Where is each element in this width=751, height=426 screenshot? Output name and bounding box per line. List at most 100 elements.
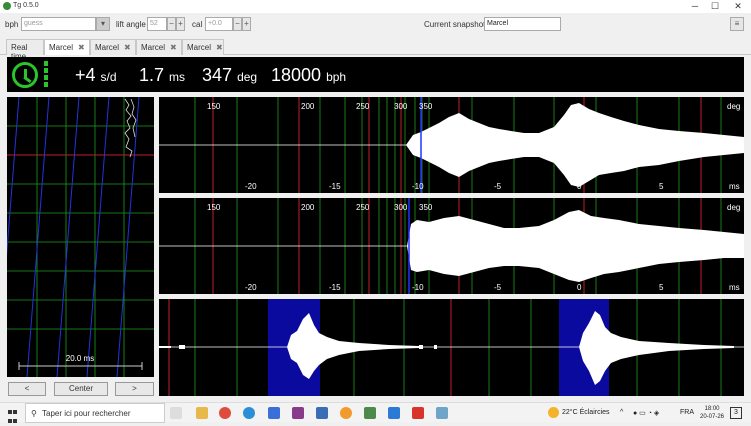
clock-icon — [12, 62, 38, 88]
cal-minus-button[interactable]: − — [233, 17, 242, 31]
windows-taskbar: ⚲ Taper ici pour rechercher 22°C Éclairc… — [0, 402, 751, 423]
tab-real-time[interactable]: Real time — [6, 39, 44, 61]
deg-tick: 200 — [301, 203, 315, 212]
tic-waveform-panel: 150 200 250 300 350 deg -20 -15 -10 -5 0… — [159, 97, 744, 193]
toc-waveform-plot: 150 200 250 300 350 deg -20 -15 -10 -5 0… — [159, 198, 744, 294]
tab-label: Marcel — [187, 43, 212, 52]
paperstrip-center-button[interactable]: Center — [54, 382, 108, 396]
signal-level-icon — [44, 61, 48, 89]
clock-date: 20-07-26 — [699, 414, 725, 420]
lift-angle-input[interactable]: 52 — [147, 17, 167, 31]
taskbar-search-input[interactable]: ⚲ Taper ici pour rechercher — [25, 403, 165, 423]
tray-chevron-icon[interactable]: ^ — [620, 409, 623, 416]
lift-angle-plus-button[interactable]: + — [176, 17, 185, 31]
cal-input[interactable]: +0.0 — [205, 17, 233, 31]
ms-tick: -5 — [494, 182, 502, 191]
deg-tick: 350 — [419, 203, 433, 212]
close-tab-icon[interactable]: ✖ — [78, 43, 85, 52]
tab-marcel-4[interactable]: Marcel ✖ — [182, 39, 224, 55]
tab-marcel-3[interactable]: Marcel ✖ — [136, 39, 182, 55]
beat-error-readout: 1.7 ms — [139, 65, 185, 86]
office-icon[interactable] — [412, 407, 424, 419]
ms-tick: -5 — [494, 283, 502, 292]
cal-plus-button[interactable]: + — [242, 17, 251, 31]
app-icon-3[interactable] — [340, 407, 352, 419]
close-tab-icon[interactable]: ✖ — [124, 43, 131, 52]
beat-error-unit: ms — [169, 70, 186, 84]
deg-tick: 300 — [394, 102, 408, 111]
close-tab-icon[interactable]: ✖ — [216, 43, 223, 52]
window-title: Tg 0.5.0 — [13, 2, 39, 9]
readout-panel: +4 s/d 1.7 ms 347 deg 18000 bph — [7, 57, 744, 92]
ms-tick: -15 — [329, 283, 341, 292]
app-icon — [3, 2, 11, 10]
bph-label: bph — [5, 20, 19, 29]
maximize-button[interactable]: ☐ — [704, 0, 726, 13]
tab-marcel-2[interactable]: Marcel ✖ — [90, 39, 136, 55]
rate-readout: +4 s/d — [75, 65, 117, 86]
tab-marcel-1[interactable]: Marcel ✖ — [44, 39, 90, 55]
ms-tick: 0 — [577, 182, 582, 191]
bph-value: 18000 — [271, 65, 322, 85]
bph-readout: 18000 bph — [271, 65, 346, 86]
notification-icon[interactable]: 3 — [730, 407, 742, 419]
app-icon-2[interactable] — [316, 407, 328, 419]
ms-tick: -20 — [245, 182, 257, 191]
rate-value: +4 — [75, 65, 96, 85]
tab-label: Marcel — [95, 43, 120, 52]
tg-app-icon[interactable] — [436, 407, 448, 419]
search-icon: ⚲ — [31, 409, 37, 418]
deg-tick: 350 — [419, 102, 433, 111]
weather-text[interactable]: 22°C Éclaircies — [562, 409, 610, 416]
minimize-button[interactable]: ─ — [684, 0, 706, 13]
close-button[interactable]: ✕ — [727, 0, 749, 13]
close-tab-icon[interactable]: ✖ — [170, 43, 177, 52]
menu-button[interactable]: ≡ — [730, 17, 744, 31]
bph-select[interactable]: guess — [21, 17, 96, 31]
deg-tick: 250 — [356, 203, 370, 212]
edge-icon[interactable] — [243, 407, 255, 419]
deg-unit-label: deg — [727, 203, 740, 212]
tic-waveform-plot: 150 200 250 300 350 deg -20 -15 -10 -5 0… — [159, 97, 744, 193]
mail-icon[interactable] — [388, 407, 400, 419]
paperstrip-scale-label: 20.0 ms — [66, 354, 94, 363]
language-indicator[interactable]: FRA — [680, 409, 694, 416]
windows-start-icon[interactable] — [8, 408, 18, 423]
amplitude-value: 347 — [202, 65, 233, 85]
snapshot-label: Current snapshot: — [424, 20, 488, 29]
task-view-icon[interactable] — [170, 407, 182, 419]
rate-unit: s/d — [100, 70, 117, 84]
toolbar: bph guess ▾ lift angle 52 − + cal +0.0 −… — [0, 13, 751, 37]
ms-tick: -20 — [245, 283, 257, 292]
browser-icon[interactable] — [268, 407, 280, 419]
paperstrip-panel[interactable]: 20.0 ms — [0, 96, 154, 378]
paperstrip-plot: 20.0 ms — [0, 96, 154, 378]
weather-icon[interactable] — [548, 407, 559, 418]
snapshot-name-input[interactable]: Marcel — [484, 17, 561, 31]
file-explorer-icon[interactable] — [196, 407, 208, 419]
ms-tick: -10 — [412, 283, 424, 292]
title-bar: Tg 0.5.0 ─ ☐ ✕ — [0, 0, 751, 13]
ms-tick: 5 — [659, 182, 664, 191]
deg-tick: 300 — [394, 203, 408, 212]
ms-tick: -15 — [329, 182, 341, 191]
tab-label: Marcel — [141, 43, 166, 52]
period-waveform-plot — [159, 299, 744, 396]
chrome-icon[interactable] — [219, 407, 231, 419]
tray-icons[interactable]: ● ▭ ◔ ◈ — [633, 409, 659, 417]
clock[interactable]: 18:00 20-07-26 — [698, 405, 726, 421]
app-icon-1[interactable] — [292, 407, 304, 419]
tab-bar: Real time Marcel ✖ Marcel ✖ Marcel ✖ Marcel… — [0, 38, 751, 61]
paperstrip-right-button[interactable]: > — [115, 382, 154, 396]
paperstrip-left-button[interactable]: < — [8, 382, 46, 396]
app-icon-4[interactable] — [364, 407, 376, 419]
deg-unit-label: deg — [727, 102, 740, 111]
amplitude-unit: deg — [237, 70, 258, 84]
clock-time: 18:00 — [704, 406, 720, 412]
bph-dropdown-button[interactable]: ▾ — [96, 17, 110, 31]
toc-waveform-panel: 150 200 250 300 350 deg -20 -15 -10 -5 0… — [159, 198, 744, 294]
deg-tick: 150 — [207, 203, 221, 212]
lift-angle-minus-button[interactable]: − — [167, 17, 176, 31]
deg-tick: 200 — [301, 102, 315, 111]
ms-tick: 5 — [659, 283, 664, 292]
